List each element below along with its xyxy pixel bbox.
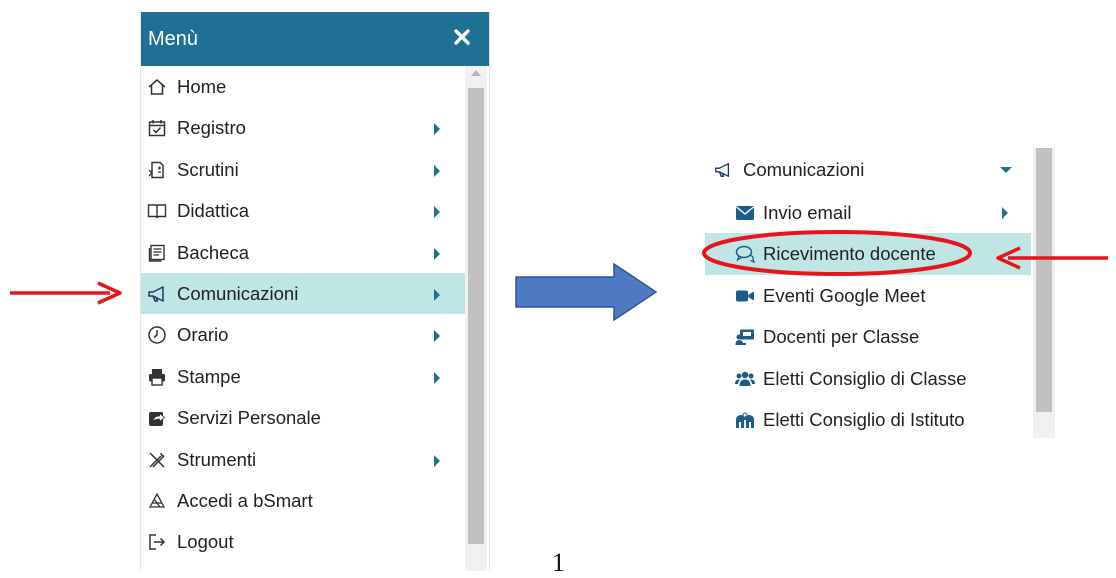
clock-icon (148, 326, 166, 345)
blue-transition-arrow (515, 262, 658, 322)
menu-list: Home Registro Scrutini Didattica Bacheca… (141, 66, 465, 563)
book-icon (147, 204, 167, 219)
red-pointer-arrow-right (996, 246, 1108, 270)
home-icon (148, 79, 166, 95)
chevron-right-icon (1002, 207, 1008, 219)
scroll-up-arrow-icon[interactable] (471, 70, 481, 76)
submenu-item-eletti-consiglio-istituto[interactable]: Eletti Consiglio di Istituto (705, 399, 1031, 440)
red-highlight-ellipse (702, 230, 972, 276)
calendar-check-icon (148, 120, 166, 137)
page-number: 1 (552, 548, 565, 577)
chevron-right-icon (434, 206, 440, 219)
chevron-right-icon (434, 123, 440, 136)
menu-item-stampe[interactable]: Stampe (141, 356, 465, 397)
users-group-icon (735, 371, 755, 386)
menu-item-label: Registro (177, 117, 246, 139)
red-pointer-arrow-left (10, 281, 122, 305)
chevron-right-icon (434, 330, 440, 343)
share-icon (149, 412, 166, 427)
submenu-item-label: Eletti Consiglio di Istituto (763, 408, 965, 430)
submenu-item-docenti-per-classe[interactable]: Docenti per Classe (705, 316, 1031, 357)
video-camera-icon (736, 290, 754, 302)
menu-item-label: Logout (177, 531, 234, 553)
menu-item-servizi-personale[interactable]: Servizi Personale (141, 397, 465, 438)
chevron-right-icon (434, 454, 440, 467)
chevron-right-icon (434, 288, 440, 301)
bsmart-icon (148, 492, 166, 508)
menu-item-label: Servizi Personale (177, 407, 321, 429)
bulletin-icon (148, 244, 165, 262)
institute-icon (736, 412, 754, 428)
logout-icon (149, 534, 166, 551)
menu-item-registro[interactable]: Registro (141, 107, 465, 148)
menu-item-strumenti[interactable]: Strumenti (141, 439, 465, 480)
submenu-item-eletti-consiglio-classe[interactable]: Eletti Consiglio di Classe (705, 358, 1031, 399)
chevron-right-icon (434, 247, 440, 260)
envelope-icon (736, 206, 754, 220)
chevron-right-icon (434, 371, 440, 384)
menu-item-label: Scrutini (177, 158, 239, 180)
menu-item-logout[interactable]: Logout (141, 521, 465, 562)
submenu-scrollbar[interactable] (1033, 148, 1055, 438)
menu-item-label: Didattica (177, 200, 249, 222)
menu-item-label: Comunicazioni (177, 282, 299, 304)
submenu-header-comunicazioni[interactable]: Comunicazioni (705, 148, 1031, 192)
menu-item-didattica[interactable]: Didattica (141, 190, 465, 231)
menu-item-scrutini[interactable]: Scrutini (141, 149, 465, 190)
submenu-item-label: Eletti Consiglio di Classe (763, 367, 967, 389)
chevron-down-icon (1000, 167, 1012, 173)
menu-item-label: Home (177, 76, 227, 97)
menu-header: Menù (141, 12, 489, 66)
megaphone-icon (715, 163, 730, 177)
menu-item-bacheca[interactable]: Bacheca (141, 232, 465, 273)
menu-item-home[interactable]: Home (141, 66, 465, 107)
menu-item-accedi-bsmart[interactable]: Accedi a bSmart (141, 480, 465, 521)
menu-item-label: Stampe (177, 365, 241, 387)
menu-title: Menù (148, 28, 199, 50)
scrutini-icon (148, 161, 164, 179)
submenu-item-label: Docenti per Classe (763, 326, 920, 348)
menu-item-label: Bacheca (177, 241, 249, 263)
menu-item-label: Orario (177, 324, 229, 346)
menu-item-label: Accedi a bSmart (177, 489, 313, 511)
menu-item-comunicazioni[interactable]: Comunicazioni (141, 272, 465, 315)
printer-icon (149, 368, 165, 386)
megaphone-icon (148, 286, 164, 302)
menu-item-label: Strumenti (177, 448, 257, 470)
submenu-scrollbar-thumb[interactable] (1036, 148, 1052, 412)
menu-scrollbar[interactable] (465, 66, 487, 571)
tools-icon (149, 451, 165, 468)
teacher-board-icon (735, 329, 754, 346)
submenu-item-label: Eventi Google Meet (763, 284, 926, 306)
close-icon[interactable] (454, 26, 470, 46)
chevron-right-icon (434, 164, 440, 177)
submenu-header-label: Comunicazioni (743, 159, 865, 180)
side-menu: Menù Home Registro Scrutini Didattica Ba… (140, 12, 490, 571)
submenu-item-eventi-google-meet[interactable]: Eventi Google Meet (705, 275, 1031, 316)
menu-scrollbar-thumb[interactable] (468, 88, 484, 544)
menu-item-orario[interactable]: Orario (141, 314, 465, 355)
comunicazioni-submenu: Comunicazioni Invio email Ricevimento do… (705, 148, 1055, 438)
